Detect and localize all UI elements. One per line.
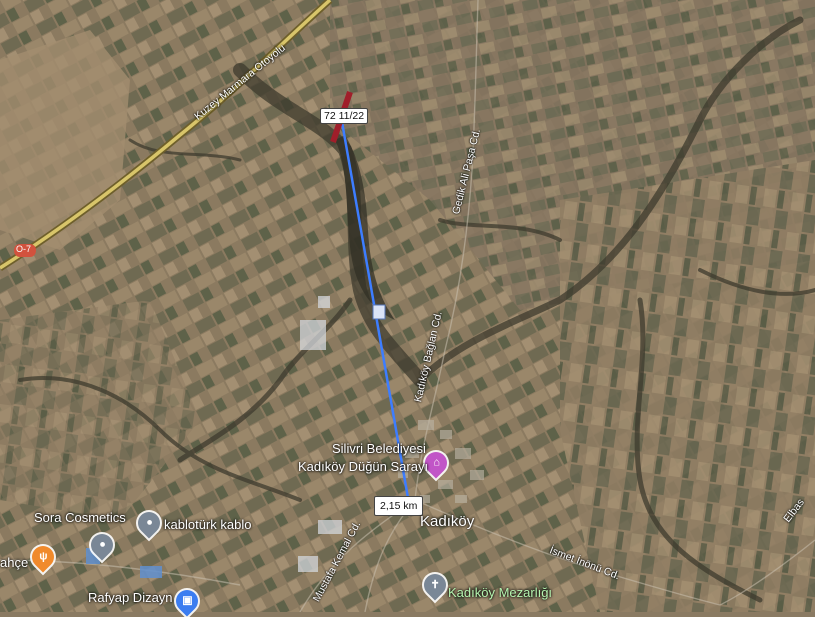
silivri-label-2[interactable]: Kadıköy Düğün Sarayı bbox=[298, 459, 428, 474]
distance-label[interactable]: 2,15 km bbox=[374, 496, 424, 516]
kablo-label[interactable]: kablotürk kablo bbox=[164, 517, 251, 532]
line-midpoint-handle[interactable] bbox=[372, 304, 386, 320]
town-label-kadikoy[interactable]: Kadıköy bbox=[420, 513, 474, 530]
fork-knife-icon: ψ bbox=[38, 550, 48, 563]
location-dot-icon: ● bbox=[145, 516, 153, 529]
bahce-label[interactable]: ahçe bbox=[0, 555, 28, 570]
shopping-bag-icon: ▣ bbox=[181, 594, 193, 607]
parcel-marker-label[interactable]: 72 11/22 bbox=[320, 108, 369, 124]
sora-label[interactable]: Sora Cosmetics bbox=[34, 510, 126, 525]
cemetery-label[interactable]: Kadıköy Mezarlığı bbox=[448, 585, 552, 600]
motorway-shield-label: O-7 bbox=[16, 244, 32, 254]
location-dot-icon: ● bbox=[98, 538, 106, 551]
rafyap-label[interactable]: Rafyap Dizayn bbox=[88, 590, 173, 605]
cemetery-icon: ✝ bbox=[430, 578, 440, 591]
silivri-label-1[interactable]: Silivri Belediyesi bbox=[332, 441, 426, 456]
building-icon: ⌂ bbox=[432, 456, 440, 469]
